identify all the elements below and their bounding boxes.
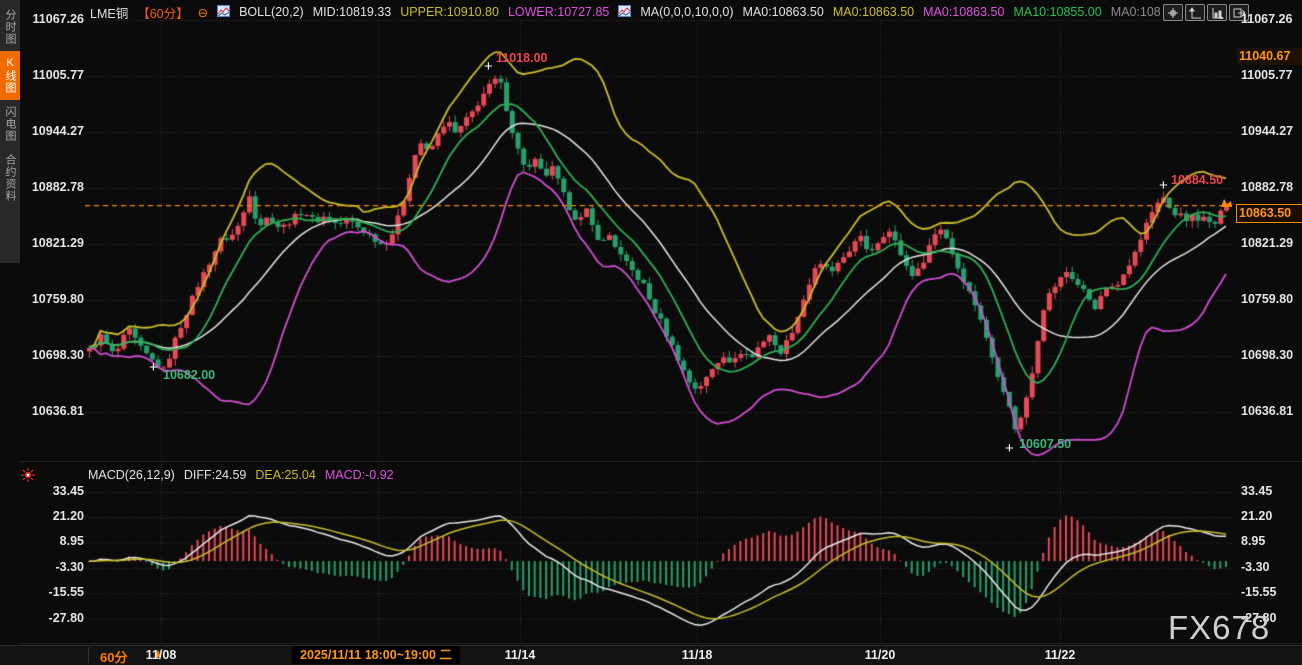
boll-upper-value: UPPER:10910.80 <box>400 5 499 19</box>
boll-mid-value: MID:10819.33 <box>313 5 392 19</box>
date-label: 11/08 <box>139 648 183 662</box>
price-tick-right: 10882.78 <box>1241 180 1301 194</box>
macd-diff-value: DIFF:24.59 <box>184 468 247 482</box>
macd-label: MACD(26,12,9) <box>88 468 175 482</box>
price-tick-left: 10698.30 <box>24 348 84 362</box>
sidebar-item-lightning-chart[interactable]: 闪电图 <box>0 100 20 148</box>
annotation-low2: 10607.50 <box>1019 437 1071 451</box>
annotation-low-marker: + <box>149 363 158 373</box>
price-tick-left: 10882.78 <box>24 180 84 194</box>
macd-tick-right: 33.45 <box>1241 484 1301 498</box>
sidebar-item-kline-chart[interactable]: K线图 <box>0 51 20 100</box>
collapse-icon[interactable]: ⊖ <box>198 5 208 20</box>
macd-header: MACD(26,12,9) DIFF:24.59 DEA:25.04 MACD:… <box>88 468 394 482</box>
alert-price-label: 11040.67 <box>1237 48 1302 65</box>
sidebar-item-contract-info[interactable]: 合约资料 <box>0 148 20 208</box>
price-tick-right: 11067.26 <box>1241 12 1301 26</box>
fx678-watermark: FX678 <box>1168 609 1270 647</box>
panel-divider <box>20 461 1302 462</box>
macd-tick-right: 21.20 <box>1241 509 1301 523</box>
annotation-low: 10682.00 <box>163 368 215 382</box>
ma10-green-value: MA10:10855.00 <box>1013 5 1101 19</box>
annotation-high-marker: + <box>484 62 493 72</box>
trading-app-window: 分时图 K线图 闪电图 合约资料 LME铜 【60分】 ⊖ BOLL(20,2)… <box>0 0 1302 665</box>
date-label: 11/14 <box>498 648 542 662</box>
boll-label: BOLL(20,2) <box>239 5 304 19</box>
macd-tick-left: -15.55 <box>24 585 84 599</box>
annotation-swing-high: 10884.50 <box>1171 173 1223 187</box>
price-tick-left: 10759.80 <box>24 292 84 306</box>
macd-dea-value: DEA:25.04 <box>255 468 315 482</box>
macd-bottom-border <box>20 643 1302 644</box>
x-axis-zoom-icon[interactable] <box>1207 4 1227 21</box>
price-tick-right: 10944.27 <box>1241 124 1301 138</box>
statusbar-period-label: 60分 <box>100 647 127 665</box>
macd-tick-right: -3.30 <box>1241 560 1301 574</box>
date-label: 11/20 <box>858 648 902 662</box>
boll-lower-value: LOWER:10727.85 <box>508 5 609 19</box>
price-tick-left: 11005.77 <box>24 68 84 82</box>
price-tick-left: 10821.29 <box>24 236 84 250</box>
ma0-gray-value: MA0:108 <box>1111 5 1160 19</box>
indicator-settings-icon[interactable] <box>21 468 35 487</box>
ma0-white-value: MA0:10863.50 <box>743 5 824 19</box>
price-tick-left: 10636.81 <box>24 404 84 418</box>
macd-macd-value: MACD:-0.92 <box>325 468 394 482</box>
indicator-header: LME铜 【60分】 ⊖ BOLL(20,2) MID:10819.33 UPP… <box>90 4 1160 20</box>
price-tick-right: 11005.77 <box>1241 68 1301 82</box>
pan-icon[interactable] <box>1163 4 1183 21</box>
crosshair-datetime-readout: 2025/11/11 18:00~19:00 二 <box>292 646 460 664</box>
time-axis-bar <box>0 645 1302 665</box>
price-tick-right: 10636.81 <box>1241 404 1301 418</box>
y-axis-zoom-icon[interactable] <box>1185 4 1205 21</box>
annotation-high: 11018.00 <box>496 51 547 65</box>
price-tick-left: 11067.26 <box>24 12 84 26</box>
last-price-label: 10863.50 <box>1236 204 1302 223</box>
price-tick-right: 10698.30 <box>1241 348 1301 362</box>
price-chart-canvas[interactable] <box>0 0 1302 665</box>
date-label: 11/22 <box>1038 648 1082 662</box>
ma0-yellow-value: MA0:10863.50 <box>833 5 914 19</box>
price-pointer-icon <box>1220 195 1233 213</box>
macd-tick-right: 8.95 <box>1241 534 1301 548</box>
statusbar-separator <box>88 647 89 663</box>
macd-tick-left: -27.80 <box>24 611 84 625</box>
price-tick-left: 10944.27 <box>24 124 84 138</box>
symbol-label: LME铜 <box>90 4 128 20</box>
ma-chart-icon[interactable] <box>618 5 631 20</box>
macd-tick-left: 21.20 <box>24 509 84 523</box>
price-tick-right: 10821.29 <box>1241 236 1301 250</box>
macd-tick-left: -3.30 <box>24 560 84 574</box>
period-label[interactable]: 【60分】 <box>137 4 188 20</box>
annotation-low2-marker: + <box>1005 444 1014 454</box>
sidebar: 分时图 K线图 闪电图 合约资料 <box>0 0 20 263</box>
annotation-swing-high-marker: + <box>1159 181 1168 191</box>
chart-toolbar <box>1163 4 1249 21</box>
macd-tick-left: 8.95 <box>24 534 84 548</box>
sidebar-item-time-chart[interactable]: 分时图 <box>0 3 20 51</box>
date-label: 11/18 <box>675 648 719 662</box>
macd-tick-right: -15.55 <box>1241 585 1301 599</box>
boll-chart-icon[interactable] <box>217 5 230 20</box>
ma0-magenta-value: MA0:10863.50 <box>923 5 1004 19</box>
price-tick-right: 10759.80 <box>1241 292 1301 306</box>
ma-label: MA(0,0,0,10,0,0) <box>640 5 733 19</box>
